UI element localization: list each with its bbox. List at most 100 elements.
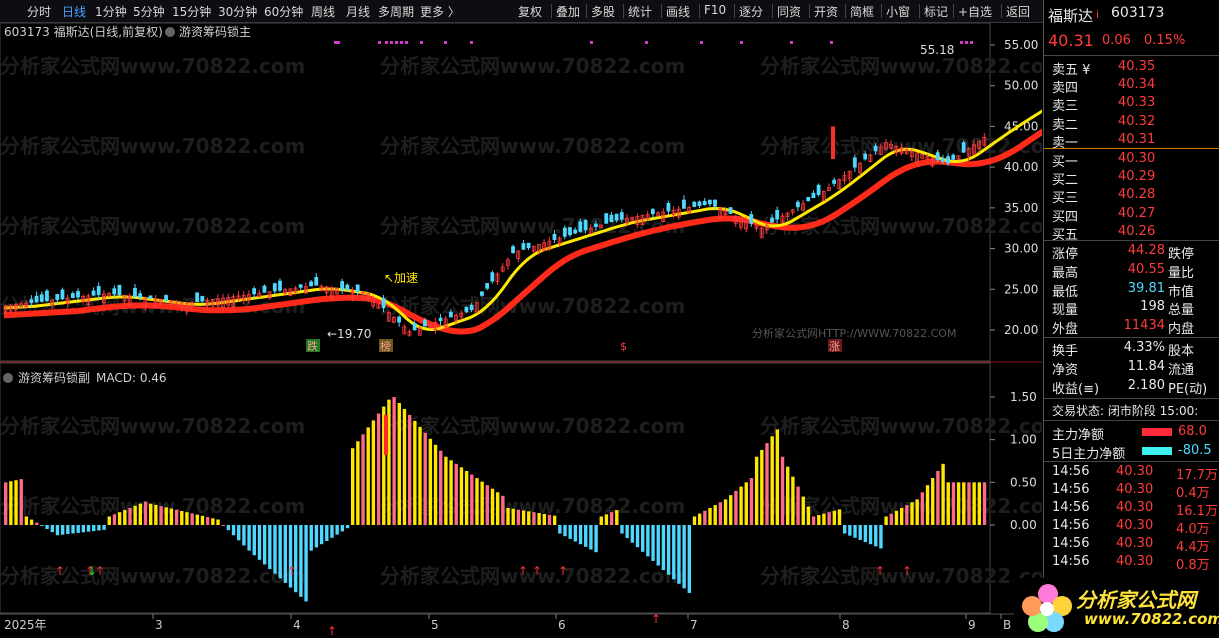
histogram-bar (449, 460, 453, 525)
toolbar-button-0[interactable]: 复权 (518, 3, 542, 20)
histogram-bar (672, 525, 676, 580)
toolbar-separator (772, 4, 773, 18)
histogram-bar (501, 495, 505, 525)
histogram-bar (615, 510, 619, 525)
kline-chart-svg[interactable]: 分析家公式网www.70822.com 分析家公式网www.70822.com 分析… (0, 22, 1089, 638)
stat-cell: 4.33% (1123, 340, 1165, 355)
stat-row: 净资 11.84 流通 (1044, 358, 1219, 378)
candle-body (314, 277, 319, 286)
tick-cell: 40.30 (1116, 482, 1154, 497)
stat-cell: 流通 (1168, 362, 1195, 378)
toolbar-tab-6[interactable]: 60分钟 (264, 3, 303, 20)
toolbar-separator (845, 4, 846, 18)
histogram-bar (185, 512, 189, 525)
candle-body (594, 223, 598, 227)
candle-body (262, 285, 267, 293)
order-price: 40.28 (1118, 187, 1156, 203)
toolbar: 分时 日线 1分钟 5分钟 15分钟 30分钟 60分钟 周线 月线 多周期 更多 〉 复权 叠加 多股统… (0, 0, 1219, 23)
candle-body (96, 286, 101, 295)
histogram-bar (977, 482, 982, 525)
toolbar-button-9[interactable]: 简框 (850, 3, 874, 20)
histogram-bar (397, 402, 401, 525)
toolbar-button-7[interactable]: 同资 (777, 3, 801, 20)
histogram-bar (537, 513, 541, 525)
buy-row: 买二 40.29 (1044, 168, 1219, 188)
toolbar-button-1[interactable]: 叠加 (556, 3, 580, 20)
chart-area[interactable]: 分析家公式网www.70822.com 分析家公式网www.70822.com 分析… (0, 22, 1089, 638)
signal-dot (790, 41, 793, 44)
histogram-bar (335, 525, 339, 535)
toolbar-button-5[interactable]: F10 (704, 3, 726, 17)
toolbar-button-4[interactable]: 画线 (666, 3, 690, 20)
candle-body (340, 281, 345, 290)
histogram-bar (485, 485, 490, 525)
histogram-bar (107, 516, 111, 525)
candle-body (278, 280, 282, 291)
histogram-bar (868, 525, 873, 545)
histogram-bar (894, 510, 899, 525)
toolbar-button-8[interactable]: 开资 (814, 3, 838, 20)
histogram-bar (801, 496, 805, 525)
toolbar-tab-4[interactable]: 15分钟 (172, 3, 211, 20)
candle-body (381, 298, 386, 309)
histogram-bar (159, 506, 163, 525)
toolbar-tab-0[interactable]: 分时 (27, 3, 51, 20)
histogram-bar (102, 525, 106, 530)
histogram-bar (330, 525, 334, 538)
toolbar-separator (919, 4, 920, 18)
toolbar-button-11[interactable]: 标记 (924, 3, 948, 20)
signal-dot (470, 41, 473, 44)
histogram-bar (71, 525, 75, 534)
stock-name: 福斯达 (1048, 7, 1094, 25)
histogram-bar (60, 525, 65, 535)
candle-body (775, 210, 780, 220)
histogram-bar (304, 525, 308, 602)
net-value: 68.0 (1178, 424, 1207, 439)
watermark-text: 分析家公式网www.70822.com (0, 414, 305, 438)
histogram-bar (231, 525, 236, 536)
histogram-bar (112, 514, 117, 525)
toolbar-button-13[interactable]: 返回 (1006, 3, 1030, 20)
toolbar-tab-10[interactable]: 更多 〉 (420, 3, 460, 20)
histogram-bar (620, 525, 624, 534)
candle-body (806, 196, 811, 202)
candle-body (117, 284, 122, 296)
toolbar-button-6[interactable]: 逐分 (739, 3, 763, 20)
info-icon[interactable]: i (1096, 8, 1099, 21)
histogram-bar (734, 490, 738, 525)
toolbar-tab-9[interactable]: 多周期 (378, 3, 414, 20)
y-tick-label: 30.00 (1004, 242, 1038, 256)
stat-cell: PE(动) (1168, 381, 1208, 397)
histogram-bar (392, 397, 396, 525)
histogram-bar (138, 503, 143, 525)
toolbar-button-3[interactable]: 统计 (628, 3, 652, 20)
x-tick-label: 3 (155, 618, 163, 632)
histogram-bar (92, 525, 96, 532)
toolbar-button-2[interactable]: 多股 (591, 3, 615, 20)
histogram-bar (50, 525, 54, 533)
histogram-bar (262, 525, 267, 565)
tick-row: 14:56 40.30 16.1万 (1044, 499, 1219, 519)
toolbar-tab-7[interactable]: 周线 (311, 3, 335, 20)
histogram-bar (806, 506, 811, 525)
signal-dot (378, 41, 381, 44)
histogram-bar (915, 499, 919, 525)
histogram-bar (744, 482, 748, 525)
y-tick-label: 40.00 (1004, 160, 1038, 174)
toolbar-button-12[interactable]: +自选 (958, 3, 992, 20)
toolbar-tab-8[interactable]: 月线 (346, 3, 370, 20)
net-value: -80.5 (1178, 443, 1212, 458)
toolbar-tab-1[interactable]: 日线 (62, 3, 86, 20)
signal-dot (390, 41, 393, 44)
toolbar-button-10[interactable]: 小窗 (886, 3, 910, 20)
histogram-bar (216, 519, 220, 525)
toolbar-tab-2[interactable]: 1分钟 (95, 3, 127, 20)
toolbar-separator (1001, 4, 1002, 18)
candle-body (76, 291, 80, 298)
toolbar-tab-5[interactable]: 30分钟 (218, 3, 257, 20)
toolbar-tab-3[interactable]: 5分钟 (133, 3, 165, 20)
watermark-small: 分析家公式网HTTP://WWW.70822.COM (752, 326, 956, 340)
histogram-bar (552, 515, 557, 525)
histogram-bar (967, 482, 971, 525)
candle-body (832, 179, 837, 184)
